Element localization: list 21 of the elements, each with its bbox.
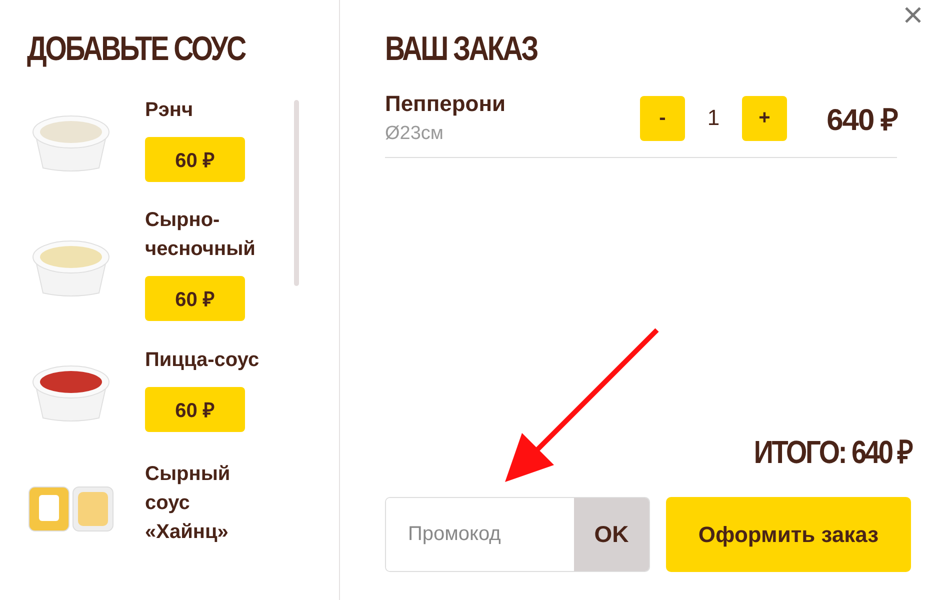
- increase-button[interactable]: +: [742, 96, 787, 140]
- sauce-name: Пицца-соус: [145, 348, 260, 372]
- sauce-price-button[interactable]: 60 ₽: [145, 276, 245, 321]
- checkout-button[interactable]: Оформить заказ: [666, 497, 911, 572]
- order-item-name: Пепперони: [385, 91, 507, 117]
- promo-ok-button[interactable]: OK: [574, 498, 649, 571]
- order-item-size: Ø23см: [385, 123, 444, 145]
- quantity: 1: [706, 105, 721, 131]
- order-heading: ВАШ ЗАКАЗ: [385, 30, 538, 69]
- sauce-name: Рэнч: [145, 98, 194, 122]
- scrollbar[interactable]: [294, 100, 299, 286]
- sauce-name: Сырный соус «Хайнц»: [145, 462, 232, 545]
- sauce-price-button[interactable]: 60 ₽: [145, 386, 245, 432]
- sauce-price-button[interactable]: 60 ₽: [145, 136, 245, 182]
- close-icon[interactable]: [904, 6, 922, 24]
- decrease-button[interactable]: -: [640, 96, 685, 140]
- sauce-name: Сырно-чесночный: [145, 208, 256, 262]
- order-total: ИТОГО: 640 ₽: [754, 433, 912, 472]
- order-item-price: 640 ₽: [826, 102, 897, 138]
- promo-code-field[interactable]: Промокод OK: [385, 497, 650, 572]
- sauces-heading: ДОБАВЬТЕ СОУС: [27, 30, 245, 69]
